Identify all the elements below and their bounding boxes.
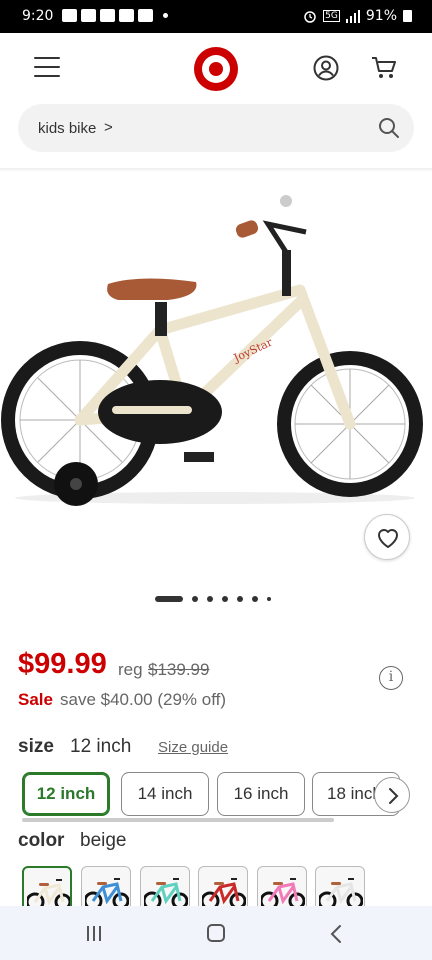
size-options: 12 inch 14 inch 16 inch 18 inch bbox=[22, 772, 410, 818]
bike-thumbnail-icon bbox=[261, 878, 305, 906]
color-value: beige bbox=[80, 830, 127, 851]
signal-icon bbox=[345, 9, 360, 23]
search-bar[interactable]: kids bike > bbox=[18, 104, 414, 152]
youtube-notification-icon bbox=[119, 9, 134, 22]
status-time: 9:20 bbox=[22, 8, 54, 24]
color-swatch-blue[interactable] bbox=[81, 866, 131, 906]
youtube-notification-icon bbox=[100, 9, 115, 22]
info-icon[interactable]: i bbox=[379, 666, 403, 690]
target-logo[interactable] bbox=[194, 47, 238, 91]
search-query[interactable]: kids bike bbox=[38, 120, 96, 137]
app-header bbox=[0, 33, 432, 105]
color-label: color bbox=[18, 830, 65, 851]
product-image[interactable]: JoyStar bbox=[0, 180, 432, 520]
bike-thumbnail-icon bbox=[319, 878, 363, 906]
menu-icon[interactable] bbox=[34, 57, 60, 79]
carousel-dot[interactable] bbox=[252, 596, 258, 602]
size-guide-link[interactable]: Size guide bbox=[158, 739, 228, 756]
color-swatch-white[interactable] bbox=[315, 866, 365, 906]
status-bar: 9:20 5G 91% bbox=[0, 0, 432, 33]
reg-label: reg bbox=[118, 660, 143, 679]
size-scroll-right-button[interactable] bbox=[374, 777, 410, 813]
back-icon[interactable] bbox=[330, 924, 342, 944]
color-swatch-mint[interactable] bbox=[140, 866, 190, 906]
color-swatch-beige[interactable] bbox=[22, 866, 72, 906]
network-type: 5G bbox=[323, 10, 340, 22]
bike-thumbnail-icon bbox=[27, 879, 70, 906]
battery-icon bbox=[403, 10, 412, 22]
bike-thumbnail-icon bbox=[144, 878, 188, 906]
facebook-notification-icon bbox=[62, 9, 77, 22]
header-divider bbox=[0, 168, 432, 172]
carousel-dot[interactable] bbox=[207, 596, 213, 602]
carousel-dot-active[interactable] bbox=[155, 596, 183, 602]
size-option-12-inch[interactable]: 12 inch bbox=[22, 772, 110, 816]
carousel-dot[interactable] bbox=[192, 596, 198, 602]
regular-price: $139.99 bbox=[148, 660, 210, 679]
youtube-notification-icon bbox=[81, 9, 96, 22]
favorite-button[interactable] bbox=[364, 514, 410, 560]
color-swatches bbox=[22, 866, 432, 906]
size-option-14-inch[interactable]: 14 inch bbox=[121, 772, 209, 816]
cart-icon[interactable] bbox=[370, 55, 398, 81]
youtube-notification-icon bbox=[138, 9, 153, 22]
image-carousel-dots[interactable] bbox=[155, 596, 271, 602]
carousel-dot[interactable] bbox=[222, 596, 228, 602]
more-notifications-icon bbox=[163, 13, 168, 18]
size-scrollbar[interactable] bbox=[22, 818, 334, 822]
carousel-dot[interactable] bbox=[267, 597, 271, 601]
home-icon[interactable] bbox=[207, 924, 225, 942]
color-swatch-pink[interactable] bbox=[257, 866, 307, 906]
size-label: size bbox=[18, 736, 54, 757]
alarm-icon bbox=[304, 11, 316, 23]
savings-text: save $40.00 (29% off) bbox=[60, 690, 227, 709]
heart-icon bbox=[378, 529, 398, 548]
status-right: 5G 91% bbox=[303, 8, 412, 24]
bike-thumbnail-icon bbox=[85, 878, 129, 906]
notification-icons bbox=[62, 9, 168, 22]
sale-label: Sale bbox=[18, 690, 53, 709]
system-nav-bar bbox=[0, 906, 432, 960]
search-icon[interactable] bbox=[378, 117, 400, 139]
bike-thumbnail-icon bbox=[202, 878, 246, 906]
size-value: 12 inch bbox=[70, 736, 132, 757]
chevron-right-icon bbox=[389, 788, 399, 804]
recent-apps-icon[interactable] bbox=[86, 925, 102, 942]
search-chevron: > bbox=[104, 119, 113, 136]
battery-percent: 91% bbox=[365, 8, 397, 24]
size-option-16-inch[interactable]: 16 inch bbox=[217, 772, 305, 816]
current-price: $99.99 bbox=[18, 648, 107, 680]
account-icon[interactable] bbox=[313, 55, 339, 81]
color-swatch-red[interactable] bbox=[198, 866, 248, 906]
carousel-dot[interactable] bbox=[237, 596, 243, 602]
